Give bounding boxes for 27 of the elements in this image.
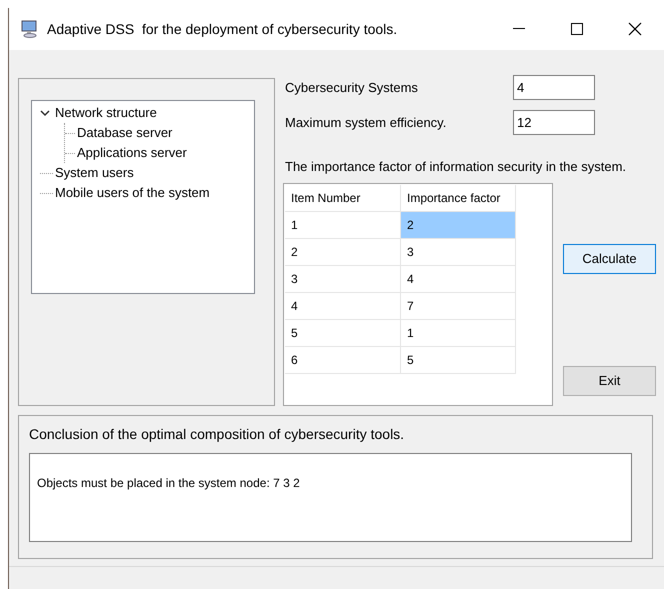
output-box: Objects must be placed in the system node: 7 3 2 (29, 453, 632, 542)
tree-item[interactable]: Network structure (53, 103, 157, 123)
table-cell: 5 (401, 346, 516, 374)
table-cell: 4 (401, 266, 516, 292)
number-field[interactable]: 12 (513, 110, 595, 135)
exit-button[interactable]: Exit (563, 366, 656, 396)
tree-item[interactable]: System users (53, 163, 134, 183)
table-cell: 3 (401, 238, 516, 266)
number-field[interactable]: 4 (513, 75, 595, 100)
window-title: Adaptive DSS for the deployment of cybersecurity tools. (47, 20, 398, 39)
tree-item[interactable]: Mobile users of the system (53, 183, 210, 203)
column-header[interactable]: Item Number (285, 184, 401, 212)
field-label: Cybersecurity Systems (284, 78, 418, 97)
chevron-icon[interactable] (40, 108, 50, 118)
calculate-button[interactable]: Calculate (563, 244, 656, 274)
table-cell: 1 (401, 320, 516, 346)
table-caption: The importance factor of information security in the system. (284, 158, 628, 176)
table-cell: 2 (401, 212, 516, 238)
tree-item[interactable]: Applications server (75, 143, 187, 163)
tree-item[interactable]: Database server (75, 123, 172, 143)
minimize-icon (513, 28, 525, 30)
field-label: Maximum system efficiency. (284, 114, 446, 132)
computer-icon (21, 20, 39, 38)
table-cell: 7 (401, 292, 516, 320)
close-icon (628, 22, 642, 36)
conclusion-title: Conclusion of the optimal composition of cybersecurity tools. (29, 425, 406, 444)
maximize-icon (571, 23, 583, 35)
